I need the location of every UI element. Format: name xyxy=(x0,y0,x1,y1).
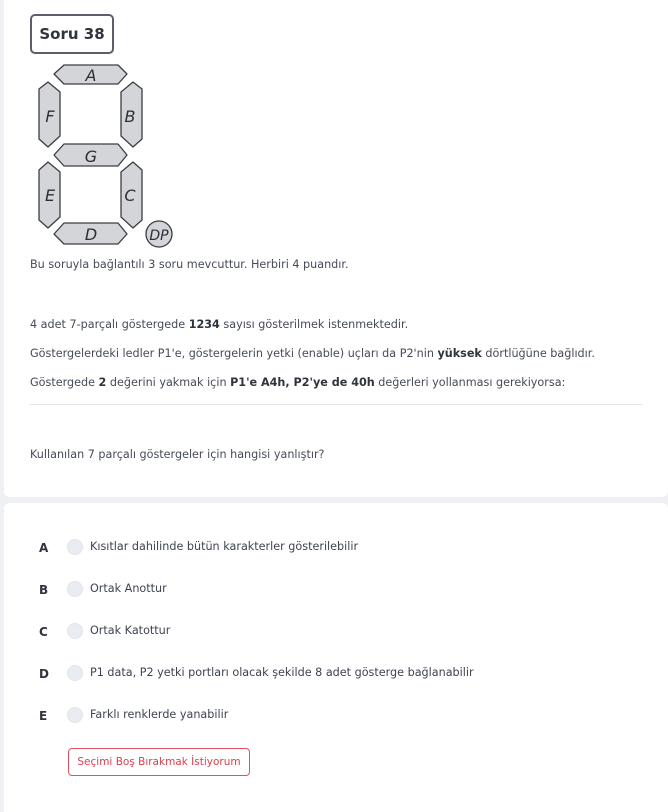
svg-text:C: C xyxy=(124,186,136,205)
svg-text:DP: DP xyxy=(149,228,169,244)
option-letter: E xyxy=(39,709,48,723)
svg-text:E: E xyxy=(45,186,56,205)
option-text[interactable]: Farklı renklerde yanabilir xyxy=(90,708,228,721)
option-e-radio[interactable] xyxy=(67,707,83,723)
option-b[interactable]: B Ortak Anottur xyxy=(4,579,664,603)
svg-text:A: A xyxy=(85,66,97,85)
option-letter: C xyxy=(39,625,48,639)
question-line-1: 4 adet 7-parçalı göstergede 1234 sayısı … xyxy=(30,318,409,331)
question-line-2: Göstergelerdeki ledler P1'e, göstergeler… xyxy=(30,347,595,360)
divider xyxy=(30,404,642,405)
option-text[interactable]: Kısıtlar dahilinde bütün karakterler gös… xyxy=(90,540,358,553)
question-card: Soru 38 A F B G E C D DP Bu soruyla bağl… xyxy=(4,0,668,497)
option-b-radio[interactable] xyxy=(67,581,83,597)
option-letter: B xyxy=(39,583,49,597)
option-c-radio[interactable] xyxy=(67,623,83,639)
question-title: Soru 38 xyxy=(30,14,114,54)
option-d[interactable]: D P1 data, P2 yetki portları olacak şeki… xyxy=(4,663,664,687)
svg-text:G: G xyxy=(85,147,97,166)
question-line-3: Göstergede 2 değerini yakmak için P1'e A… xyxy=(30,376,566,389)
answers-card: A Kısıtlar dahilinde bütün karakterler g… xyxy=(4,503,668,812)
svg-text:D: D xyxy=(85,225,97,244)
related-questions-info: Bu soruyla bağlantılı 3 soru mevcuttur. … xyxy=(30,258,349,271)
option-c[interactable]: C Ortak Katottur xyxy=(4,621,664,645)
option-letter: A xyxy=(39,541,49,555)
option-a-radio[interactable] xyxy=(67,539,83,555)
svg-text:B: B xyxy=(125,107,136,126)
option-d-radio[interactable] xyxy=(67,665,83,681)
option-text[interactable]: Ortak Anottur xyxy=(90,582,167,595)
option-a[interactable]: A Kısıtlar dahilinde bütün karakterler g… xyxy=(4,537,664,561)
option-e[interactable]: E Farklı renklerde yanabilir xyxy=(4,705,664,729)
option-letter: D xyxy=(39,667,49,681)
svg-text:F: F xyxy=(45,107,55,126)
option-text[interactable]: Ortak Katottur xyxy=(90,624,170,637)
question-prompt: Kullanılan 7 parçalı göstergeler için ha… xyxy=(30,448,325,461)
leave-blank-button[interactable]: Seçimi Boş Bırakmak İstiyorum xyxy=(68,748,250,776)
option-text[interactable]: P1 data, P2 yetki portları olacak şekild… xyxy=(90,666,474,679)
seven-segment-diagram: A F B G E C D DP xyxy=(38,64,173,248)
